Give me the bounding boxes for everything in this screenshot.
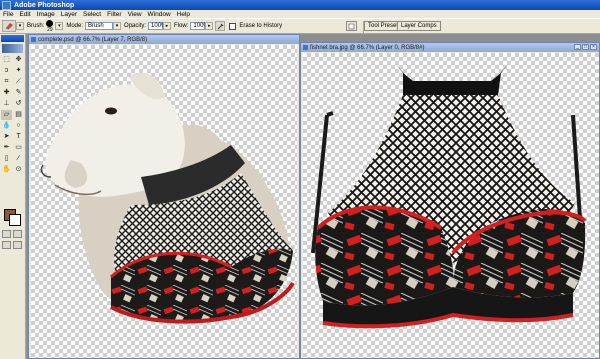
mode-dropdown-icon[interactable]: ▾ bbox=[113, 22, 122, 30]
layer-comps-tab[interactable]: Layer Comps bbox=[397, 21, 441, 31]
slice-icon[interactable]: ⟋ bbox=[13, 77, 24, 87]
standard-mode-icon[interactable] bbox=[2, 230, 11, 238]
history-brush-icon[interactable]: ↺ bbox=[13, 99, 24, 109]
file-browser-icon[interactable] bbox=[346, 21, 357, 31]
flow-slider-icon[interactable]: ▸ bbox=[205, 22, 214, 30]
sheep-bra-composite bbox=[40, 72, 295, 324]
document-icon bbox=[31, 37, 36, 42]
brush-dropdown-icon[interactable]: ▾ bbox=[55, 22, 64, 30]
document-title-bar[interactable]: complete.psd @ 66.7% (Layer 7, RGB/8) bbox=[29, 35, 299, 44]
canvas-complete[interactable] bbox=[31, 45, 297, 358]
brush-tip-icon bbox=[46, 19, 54, 27]
erase-to-history-checkbox[interactable] bbox=[229, 22, 237, 30]
lasso-icon[interactable]: ↄ bbox=[1, 66, 12, 76]
mode-select[interactable]: Brush bbox=[85, 22, 114, 30]
menu-help[interactable]: Help bbox=[174, 11, 193, 18]
shape-icon[interactable]: ▭ bbox=[13, 143, 24, 153]
notes-icon[interactable]: ▯ bbox=[1, 154, 12, 164]
maximize-icon[interactable]: □ bbox=[582, 44, 589, 50]
document-title: complete.psd @ 66.7% (Layer 7, RGB/8) bbox=[38, 36, 148, 43]
crop-icon[interactable]: ⌗ bbox=[1, 77, 12, 87]
menu-file[interactable]: File bbox=[0, 11, 16, 18]
eyedropper-icon[interactable]: ⁄ bbox=[13, 154, 24, 164]
minimize-icon[interactable]: _ bbox=[574, 44, 581, 50]
brush-icon[interactable]: ✎ bbox=[13, 88, 24, 98]
stamp-icon[interactable]: ⊥ bbox=[1, 99, 12, 109]
mode-label: Mode: bbox=[66, 23, 84, 29]
toolbox-title-bar[interactable] bbox=[1, 35, 24, 42]
document-title: fishnet bra.jpg @ 66.7% (Layer 0, RGB/8#… bbox=[310, 44, 425, 51]
eraser-tool-preset-icon[interactable] bbox=[2, 20, 16, 32]
magic-wand-icon[interactable]: ✦ bbox=[13, 66, 24, 76]
marquee-icon[interactable]: ⬚ bbox=[1, 55, 12, 65]
document-window-complete[interactable]: complete.psd @ 66.7% (Layer 7, RGB/8) bbox=[28, 34, 300, 359]
menu-edit[interactable]: Edit bbox=[16, 11, 33, 18]
type-icon[interactable]: T bbox=[13, 132, 24, 142]
gradient-icon[interactable]: ▤ bbox=[13, 110, 24, 120]
pen-icon[interactable]: ✒ bbox=[1, 143, 12, 153]
screen-mode-standard-icon[interactable] bbox=[2, 241, 11, 249]
menu-layer[interactable]: Layer bbox=[58, 11, 80, 18]
photoshop-app-icon bbox=[2, 0, 11, 10]
flow-input[interactable]: 100% bbox=[190, 22, 209, 30]
brush-label: Brush: bbox=[27, 23, 45, 29]
canvas-fishnet-bra[interactable] bbox=[303, 53, 599, 358]
menu-image[interactable]: Image bbox=[34, 11, 58, 18]
close-icon[interactable]: × bbox=[590, 44, 597, 50]
menu-view[interactable]: View bbox=[125, 11, 145, 18]
blur-icon[interactable]: 💧 bbox=[1, 121, 12, 131]
toolbox: ⬚ ✥ ↄ ✦ ⌗ ⟋ ✚ ✎ ⊥ ↺ ▱ ▤ 💧 ○ ➤ T ✒ ▭ ▯ ⁄ … bbox=[0, 34, 26, 359]
menu-window[interactable]: Window bbox=[145, 11, 174, 18]
app-title: Adobe Photoshop bbox=[14, 1, 75, 9]
document-window-fishnet-bra[interactable]: fishnet bra.jpg @ 66.7% (Layer 0, RGB/8#… bbox=[300, 42, 600, 359]
flow-label: Flow: bbox=[174, 23, 189, 29]
document-title-bar[interactable]: fishnet bra.jpg @ 66.7% (Layer 0, RGB/8#… bbox=[301, 43, 599, 52]
path-select-icon[interactable]: ➤ bbox=[1, 132, 12, 142]
background-color-swatch[interactable] bbox=[9, 214, 21, 226]
menu-filter[interactable]: Filter bbox=[104, 11, 124, 18]
window-controls: _ □ × bbox=[573, 44, 597, 50]
brush-size: 29 bbox=[47, 26, 53, 33]
adobe-online-logo[interactable] bbox=[2, 44, 23, 53]
tool-preset-dropdown-icon[interactable]: ▾ bbox=[16, 22, 24, 30]
menu-select[interactable]: Select bbox=[80, 11, 104, 18]
healing-icon[interactable]: ✚ bbox=[1, 88, 12, 98]
options-bar: ▾ Brush: 29 ▾ Mode: Brush ▾ Opacity: 100… bbox=[0, 18, 600, 34]
eraser-icon[interactable]: ▱ bbox=[1, 110, 12, 120]
airbrush-icon[interactable] bbox=[215, 21, 226, 31]
brush-picker[interactable]: 29 bbox=[46, 19, 54, 33]
erase-to-history-label: Erase to History bbox=[239, 23, 283, 29]
hand-icon[interactable]: ✋ bbox=[1, 165, 12, 175]
opacity-label: Opacity: bbox=[124, 23, 147, 29]
menu-bar: File Edit Image Layer Select Filter View… bbox=[0, 10, 600, 18]
opacity-input[interactable]: 100% bbox=[148, 22, 166, 30]
screen-mode-full-icon[interactable] bbox=[13, 241, 22, 249]
title-bar: Adobe Photoshop bbox=[0, 0, 600, 10]
move-icon[interactable]: ✥ bbox=[13, 55, 24, 65]
document-icon bbox=[303, 45, 308, 50]
quick-mask-icon[interactable] bbox=[13, 230, 22, 238]
tool-grid: ⬚ ✥ ↄ ✦ ⌗ ⟋ ✚ ✎ ⊥ ↺ ▱ ▤ 💧 ○ ➤ T ✒ ▭ ▯ ⁄ … bbox=[0, 55, 25, 175]
dodge-icon[interactable]: ○ bbox=[13, 121, 24, 131]
opacity-slider-icon[interactable]: ▸ bbox=[163, 22, 172, 30]
zoom-icon[interactable]: ⊙ bbox=[13, 165, 24, 175]
fishnet-bra-image bbox=[311, 63, 587, 329]
